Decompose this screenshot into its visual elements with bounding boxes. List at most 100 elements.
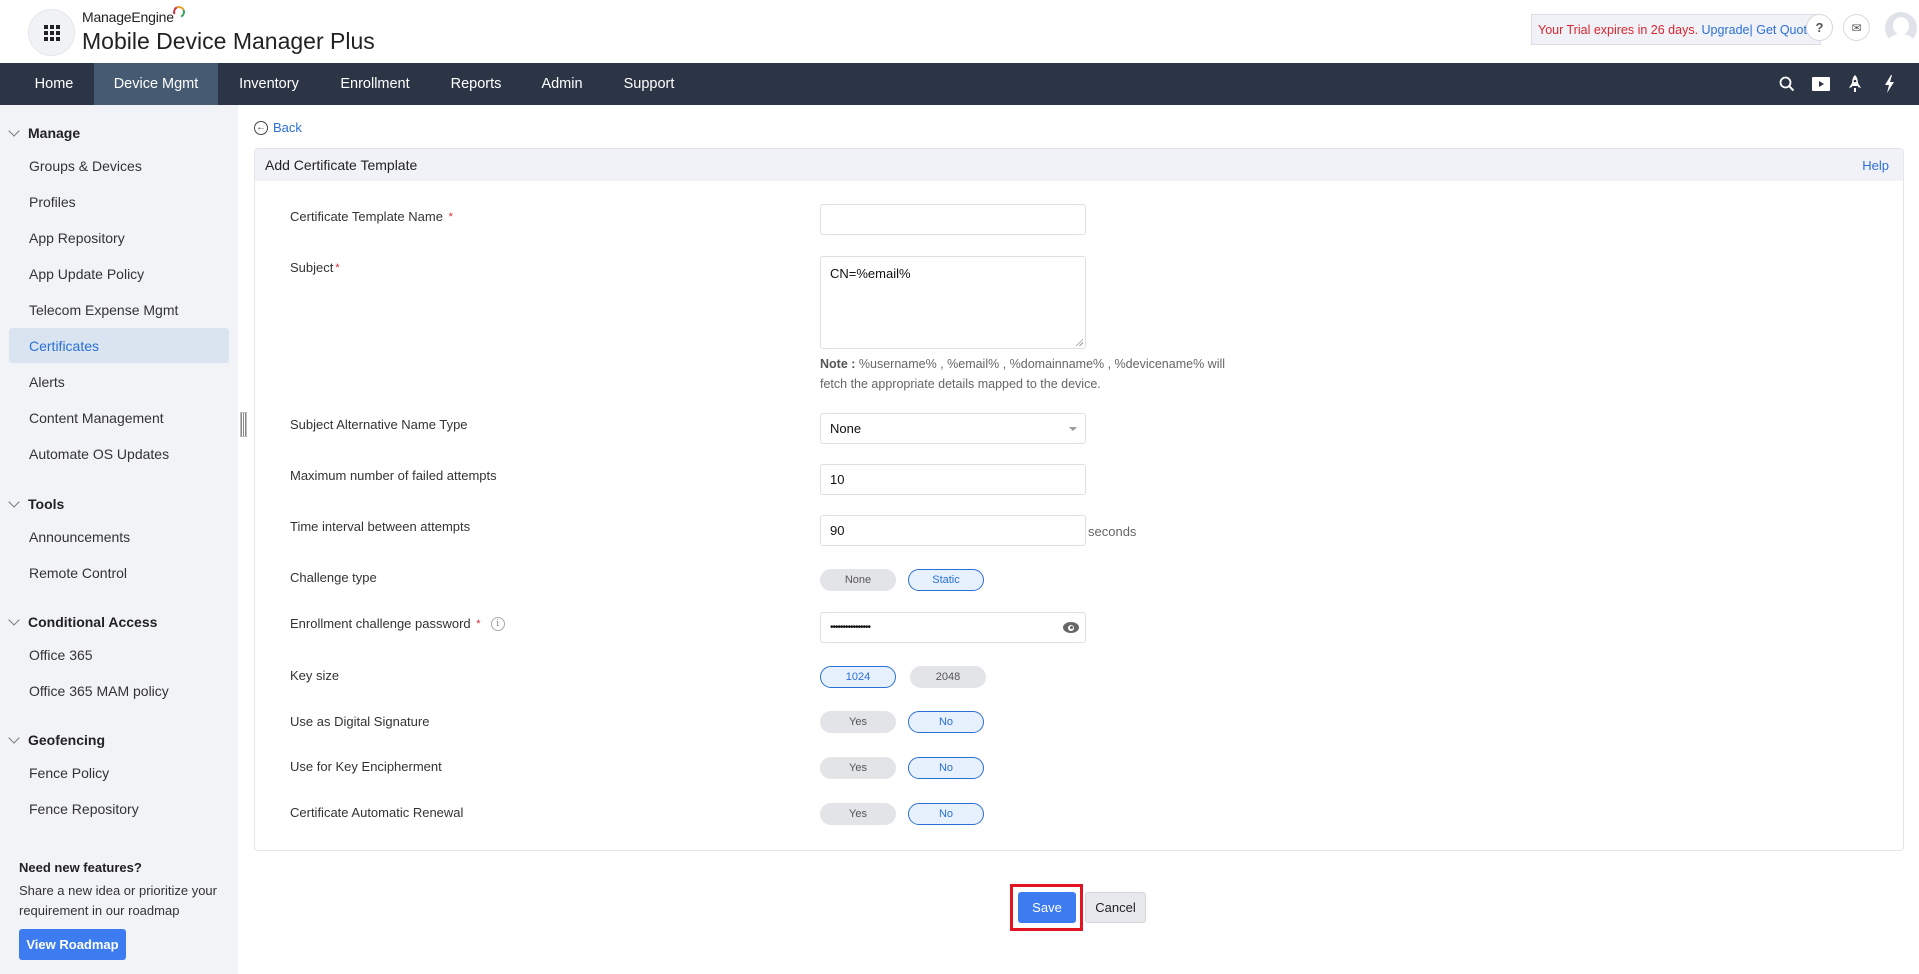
sidebar-item-alerts[interactable]: Alerts — [9, 364, 229, 399]
digital-signature-label: Use as Digital Signature — [290, 714, 430, 729]
sidebar-item-office-365-mam[interactable]: Office 365 MAM policy — [9, 673, 229, 708]
input-value: 10 — [830, 472, 845, 487]
brand-company-text: ManageEngine — [82, 9, 174, 25]
user-avatar[interactable] — [1885, 12, 1917, 44]
auto-renewal-yes-toggle[interactable]: Yes — [820, 803, 896, 825]
nav-reports[interactable]: Reports — [442, 63, 510, 105]
key-encipherment-no-toggle[interactable]: No — [908, 757, 984, 779]
password-value: •••••••••••••••• — [830, 622, 871, 633]
search-icon[interactable] — [1776, 73, 1798, 95]
sidebar-item-certificates[interactable]: Certificates — [9, 328, 229, 363]
section-title: Geofencing — [28, 732, 106, 748]
save-button[interactable]: Save — [1018, 892, 1076, 923]
certificate-template-panel: Add Certificate Template Help — [254, 148, 1904, 851]
note-text: %username% , %email% , %domainname% , %d… — [820, 357, 1226, 391]
upgrade-link[interactable]: Upgrade| — [1702, 23, 1753, 37]
video-icon[interactable] — [1810, 73, 1832, 95]
promo-title: Need new features? — [19, 860, 142, 875]
promo-text: Share a new idea or prioritize your requ… — [19, 883, 217, 918]
sidebar-item-office-365[interactable]: Office 365 — [9, 637, 229, 672]
nav-admin[interactable]: Admin — [533, 63, 591, 105]
template-name-input[interactable] — [820, 204, 1086, 235]
sidebar-item-remote-control[interactable]: Remote Control — [9, 555, 229, 590]
brand-company: ManageEngine — [82, 4, 187, 25]
sidebar-collapse-handle[interactable] — [240, 412, 247, 437]
chevron-down-icon — [8, 731, 20, 744]
nav-inventory[interactable]: Inventory — [228, 63, 310, 105]
nav-enrollment[interactable]: Enrollment — [330, 63, 420, 105]
sidebar-item-profiles[interactable]: Profiles — [9, 184, 229, 219]
sidebar-item-automate-os-updates[interactable]: Automate OS Updates — [9, 436, 229, 471]
lightning-icon[interactable] — [1878, 73, 1900, 95]
textarea-value: CN=%email% — [830, 266, 911, 281]
challenge-none-toggle[interactable]: None — [820, 569, 896, 591]
avatar-body — [1888, 34, 1914, 44]
app-switcher-button[interactable] — [28, 9, 75, 56]
time-interval-input[interactable]: 90 — [820, 515, 1086, 546]
required-marker: * — [476, 617, 481, 630]
key-size-label: Key size — [290, 668, 340, 683]
sidebar-item-telecom-expense[interactable]: Telecom Expense Mgmt — [9, 292, 229, 327]
sidebar-item-announcements[interactable]: Announcements — [9, 519, 229, 554]
help-link[interactable]: Help — [1862, 158, 1889, 173]
max-failed-input[interactable]: 10 — [820, 464, 1086, 495]
digital-signature-yes-toggle[interactable]: Yes — [820, 711, 896, 733]
san-type-select[interactable]: None — [820, 413, 1086, 444]
subject-label: Subject * — [290, 260, 340, 275]
key-size-1024-toggle[interactable]: 1024 — [820, 666, 896, 688]
required-marker: * — [448, 210, 453, 223]
sidebar-section-manage[interactable]: Manage — [8, 124, 80, 141]
note-label: Note : — [820, 357, 856, 371]
sidebar-item-content-management[interactable]: Content Management — [9, 400, 229, 435]
section-title: Conditional Access — [28, 614, 158, 630]
required-marker: * — [335, 261, 340, 274]
feedback-mail-icon[interactable]: ✉ — [1843, 14, 1870, 41]
view-roadmap-button[interactable]: View Roadmap — [19, 929, 126, 960]
nav-support[interactable]: Support — [618, 63, 680, 105]
brand-logo[interactable]: ManageEngine Mobile Device Manager Plus — [82, 4, 375, 55]
nav-device-mgmt[interactable]: Device Mgmt — [94, 63, 218, 105]
back-label: Back — [273, 120, 302, 135]
subject-note: Note : %username% , %email% , %domainnam… — [820, 354, 1240, 394]
rocket-icon[interactable] — [1844, 73, 1866, 95]
help-icon[interactable]: ? — [1806, 14, 1833, 41]
key-encipherment-yes-toggle[interactable]: Yes — [820, 757, 896, 779]
sidebar-section-conditional-access[interactable]: Conditional Access — [8, 613, 158, 630]
info-icon[interactable]: i — [490, 616, 505, 631]
key-size-2048-toggle[interactable]: 2048 — [910, 666, 986, 688]
envelope-icon: ✉ — [1851, 20, 1862, 35]
input-value: 90 — [830, 523, 845, 538]
avatar-head — [1893, 17, 1909, 35]
challenge-password-input[interactable]: •••••••••••••••• — [820, 612, 1086, 643]
label-text: Certificate Template Name — [290, 209, 443, 224]
challenge-static-toggle[interactable]: Static — [908, 569, 984, 591]
resize-handle-icon[interactable] — [1075, 338, 1083, 346]
sidebar-section-tools[interactable]: Tools — [8, 495, 64, 512]
chevron-down-icon — [8, 613, 20, 626]
eye-icon[interactable] — [1063, 622, 1079, 633]
template-name-label: Certificate Template Name * — [290, 209, 453, 224]
grid-icon — [43, 24, 60, 41]
digital-signature-no-toggle[interactable]: No — [908, 711, 984, 733]
sidebar-item-fence-repository[interactable]: Fence Repository — [9, 791, 229, 826]
sidebar-section-geofencing[interactable]: Geofencing — [8, 731, 106, 748]
sidebar-item-groups-devices[interactable]: Groups & Devices — [9, 148, 229, 183]
subject-textarea[interactable]: CN=%email% — [820, 256, 1086, 349]
product-name: Mobile Device Manager Plus — [82, 28, 375, 54]
seconds-suffix: seconds — [1088, 524, 1137, 539]
back-link[interactable]: ← Back — [254, 120, 302, 135]
auto-renewal-no-toggle[interactable]: No — [908, 803, 984, 825]
nav-home[interactable]: Home — [22, 63, 86, 105]
top-header: ManageEngine Mobile Device Manager Plus … — [0, 0, 1919, 63]
caret-down-icon — [1069, 427, 1077, 431]
chevron-down-icon — [8, 495, 20, 508]
sidebar-item-app-update-policy[interactable]: App Update Policy — [9, 256, 229, 291]
label-text: Subject — [290, 260, 334, 275]
sidebar-item-app-repository[interactable]: App Repository — [9, 220, 229, 255]
challenge-type-label: Challenge type — [290, 570, 377, 585]
san-type-label: Subject Alternative Name Type — [290, 417, 468, 432]
sidebar-item-fence-policy[interactable]: Fence Policy — [9, 755, 229, 790]
challenge-password-label: Enrollment challenge password * i — [290, 616, 505, 631]
max-failed-label: Maximum number of failed attempts — [290, 468, 497, 483]
cancel-button[interactable]: Cancel — [1085, 892, 1146, 923]
